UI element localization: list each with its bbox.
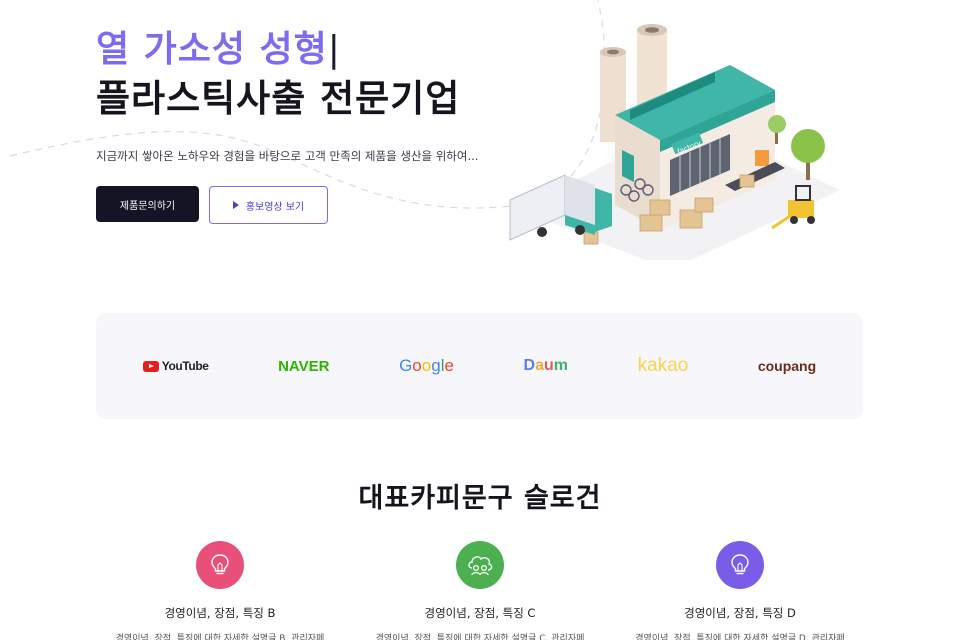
- product-inquiry-button[interactable]: 제품문의하기: [96, 186, 199, 222]
- logo-google[interactable]: Google: [399, 356, 454, 376]
- slogan-heading: 대표카피문구 슬로건: [358, 483, 602, 514]
- feature-d-description: 경영이념, 장점, 특징에 대한 자세한 설명글 D, 관리자페: [635, 634, 845, 640]
- lightbulb-icon: [731, 554, 749, 575]
- factory-illustration: factory: [509, 24, 840, 260]
- logo-youtube-text: YouTube: [161, 359, 209, 373]
- hero-title: 플라스틱사출 전문기업: [96, 77, 461, 120]
- logo-kakao[interactable]: kakao: [638, 355, 689, 377]
- logo-coupang[interactable]: coupang: [758, 358, 816, 374]
- logo-google-text: Google: [399, 356, 454, 375]
- hero-description: 지금까지 쌓아온 노하우와 경험을 바탕으로 고객 만족의 제품을 생산을 위하…: [96, 149, 479, 163]
- hero-section: 열 가소성 성형| 플라스틱사출 전문기업 지금까지 쌓아온 노하우와 경험을 …: [96, 26, 516, 224]
- logo-daum-text: Daum: [523, 357, 568, 374]
- feature-item-c: 경영이념, 장점, 특징 C 경영이념, 장점, 특징에 대한 자세한 설명글 …: [350, 541, 610, 640]
- promo-video-label: 홍보영상 보기: [245, 201, 305, 213]
- feature-list: 경영이념, 장점, 특징 B 경영이념, 장점, 특징에 대한 자세한 설명글 …: [90, 541, 870, 640]
- lightbulb-icon: [211, 554, 229, 575]
- logo-daum[interactable]: Daum: [524, 357, 568, 375]
- feature-c-icon-circle: [456, 541, 504, 589]
- feature-b-description: 경영이념, 장점, 특징에 대한 자세한 설명글 B, 관리자페: [115, 634, 325, 640]
- typing-caret: |: [327, 29, 341, 70]
- play-icon: [232, 201, 239, 209]
- people-cloud-icon: [468, 556, 493, 576]
- feature-c-description: 경영이념, 장점, 특징에 대한 자세한 설명글 C, 관리자페: [375, 634, 585, 640]
- logo-youtube[interactable]: YouTube: [142, 359, 209, 373]
- partner-logo-band: YouTube NAVER Google Daum kakao coupang: [96, 313, 863, 419]
- youtube-play-icon: [142, 360, 159, 372]
- feature-item-d: 경영이념, 장점, 특징 D 경영이념, 장점, 특징에 대한 자세한 설명글 …: [610, 541, 870, 640]
- feature-item-b: 경영이념, 장점, 특징 B 경영이념, 장점, 특징에 대한 자세한 설명글 …: [90, 541, 350, 640]
- feature-b-icon-circle: [196, 541, 244, 589]
- feature-d-icon-circle: [716, 541, 764, 589]
- feature-b-title: 경영이념, 장점, 특징 B: [164, 606, 276, 620]
- promo-video-button[interactable]: 홍보영상 보기: [209, 186, 328, 224]
- hero-buttons: 제품문의하기 홍보영상 보기: [96, 186, 516, 224]
- feature-d-title: 경영이념, 장점, 특징 D: [684, 606, 796, 620]
- logo-naver[interactable]: NAVER: [278, 358, 329, 375]
- feature-c-title: 경영이념, 장점, 특징 C: [424, 606, 536, 620]
- hero-accent-heading: 열 가소성 성형|: [96, 29, 341, 70]
